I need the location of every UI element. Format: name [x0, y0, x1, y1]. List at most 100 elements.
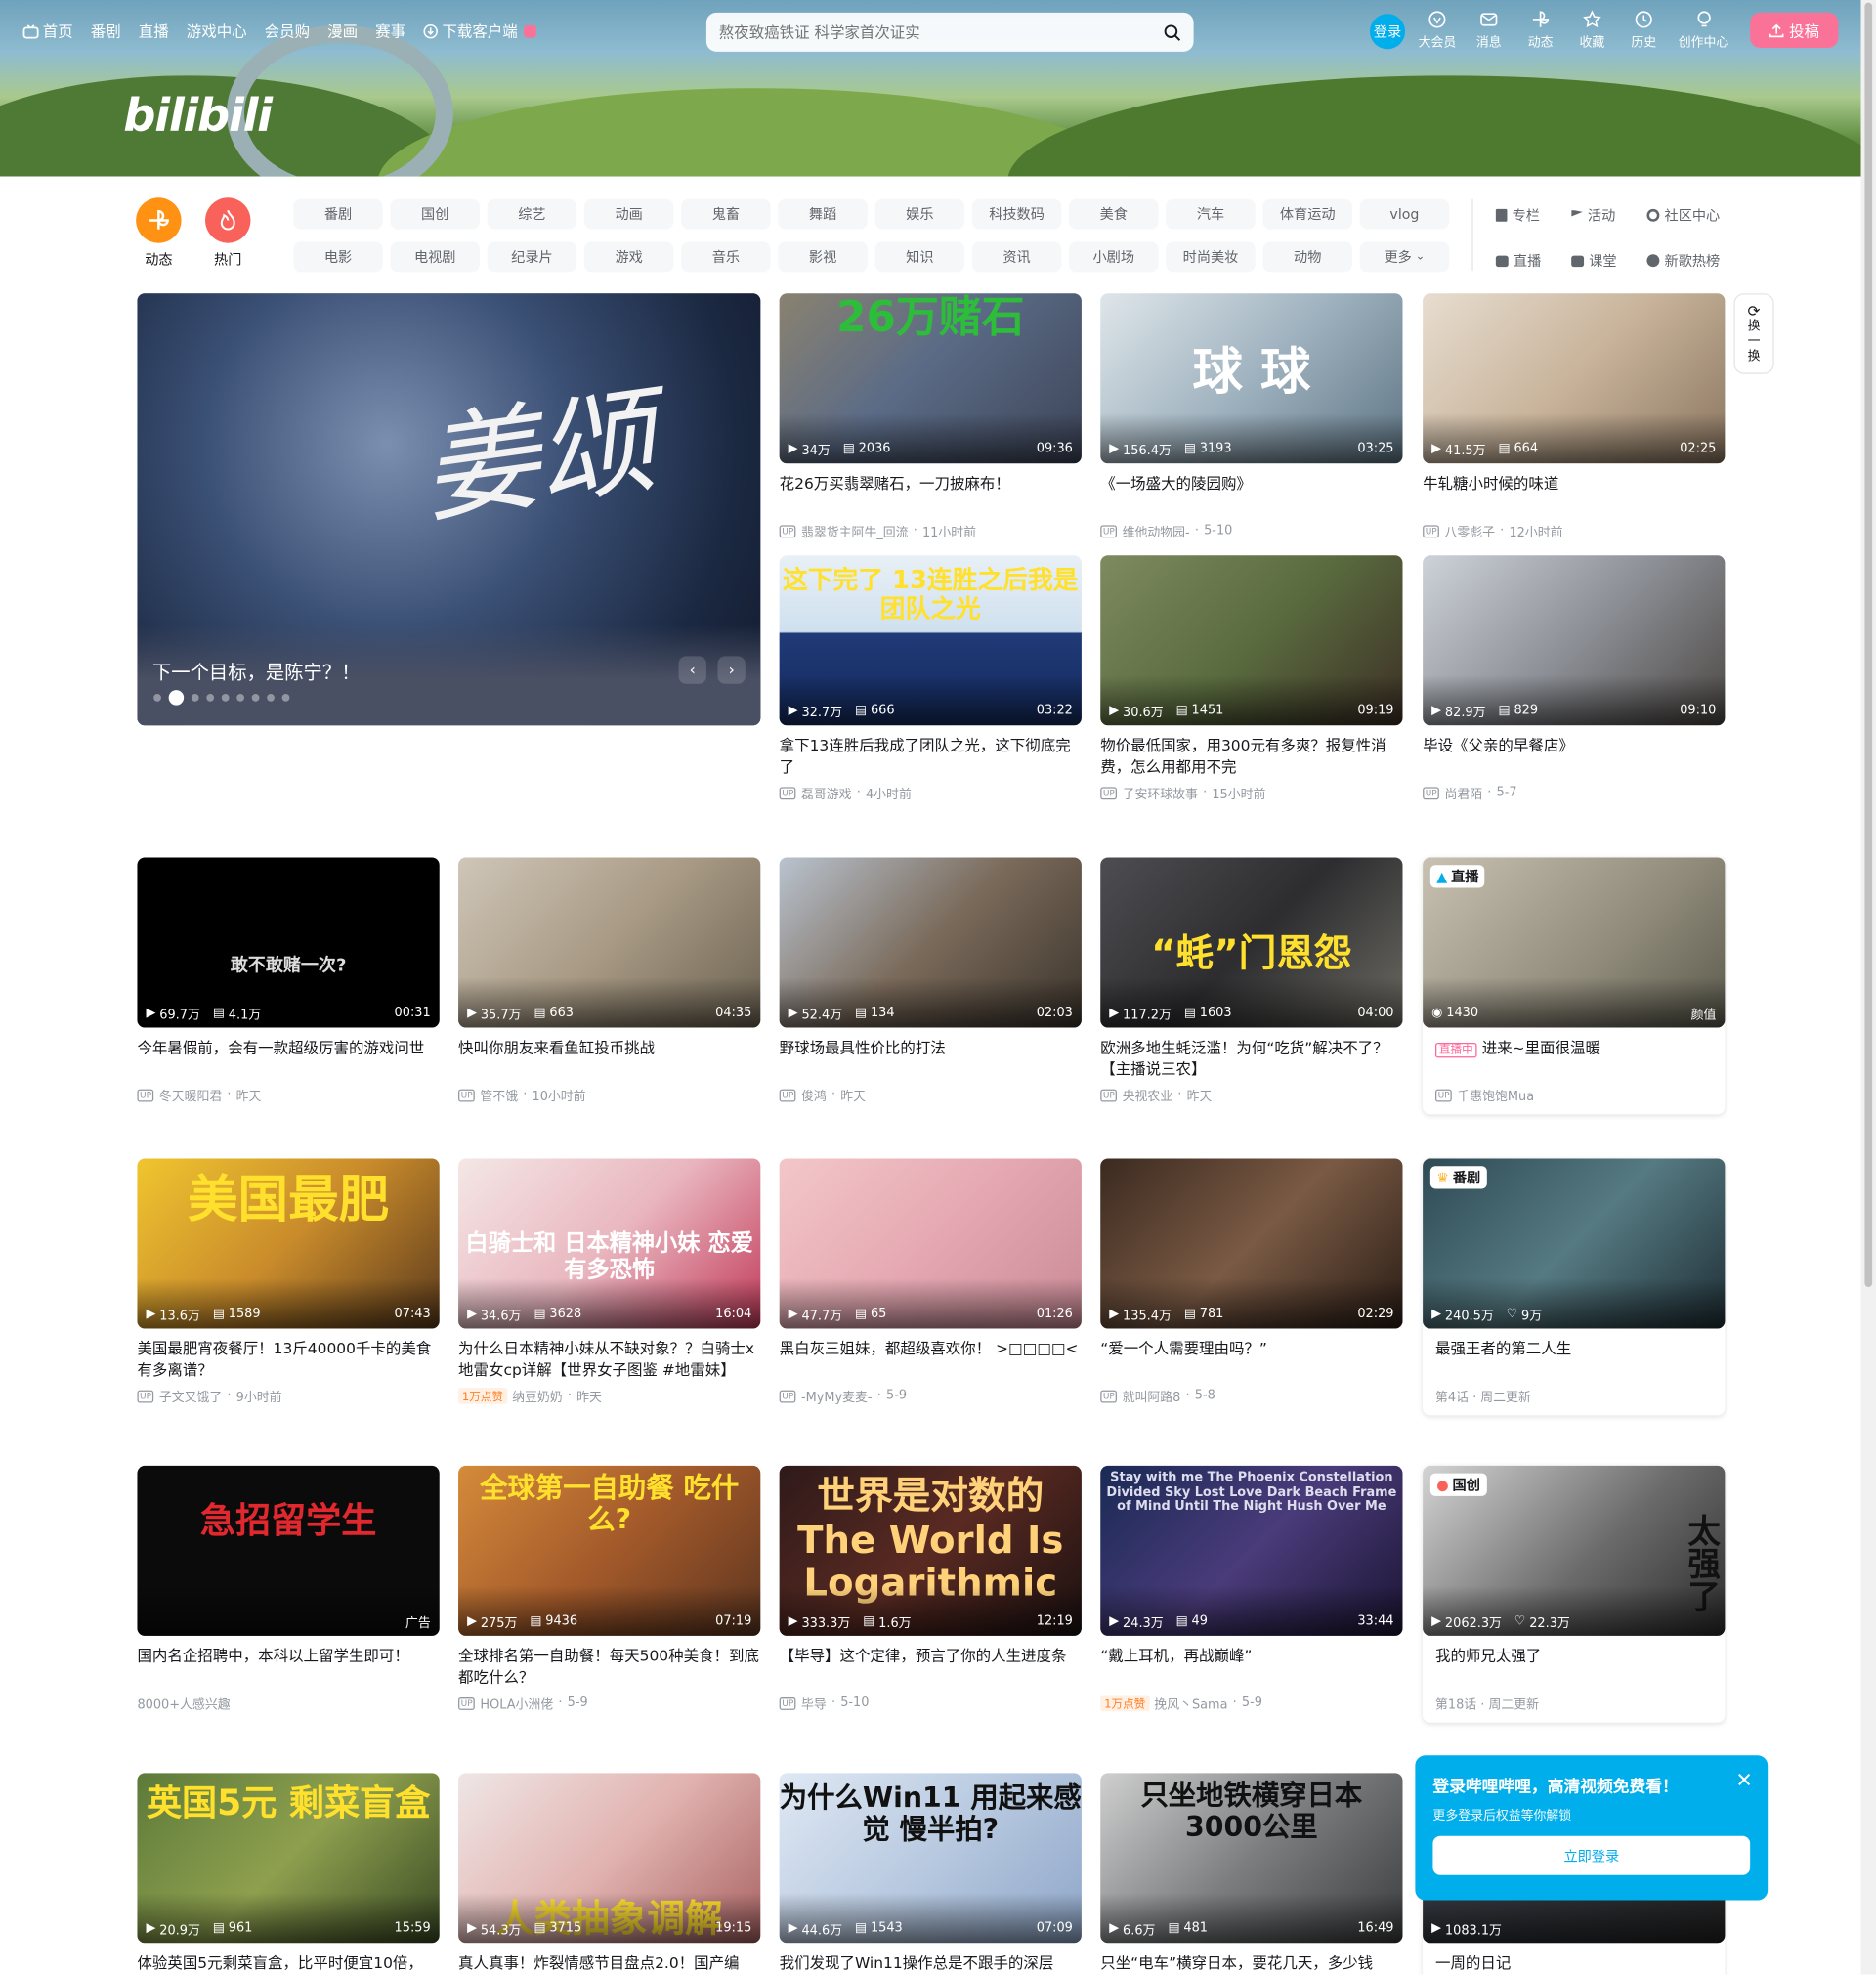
- message-entry[interactable]: 消息: [1470, 10, 1509, 51]
- video-title[interactable]: 直播中 进来~里面很温暖: [1423, 1038, 1725, 1081]
- channel-chip[interactable]: 番剧: [293, 198, 383, 230]
- video-title[interactable]: 体验英国5元剩菜盲盒，比平时便宜10倍，: [137, 1954, 439, 1975]
- carousel-dot[interactable]: [221, 694, 230, 702]
- favorites-entry[interactable]: 收藏: [1572, 10, 1611, 51]
- video-thumbnail[interactable]: ▶ 30.6万 ▤ 1451 09:19: [1100, 555, 1403, 726]
- upload-button[interactable]: 投稿: [1750, 12, 1839, 48]
- video-title[interactable]: 最强王者的第二人生: [1423, 1339, 1725, 1382]
- page-scrollbar[interactable]: [1860, 0, 1876, 1975]
- channel-chip[interactable]: 纪录片: [487, 241, 577, 273]
- video-title[interactable]: 黑白灰三姐妹，都超级喜欢你！ >□□□□<: [780, 1339, 1082, 1382]
- video-card[interactable]: ▶ 82.9万 ▤ 829 09:10 毕设《父亲的早餐店》 UP 尚君陌 · 5-7: [1423, 555, 1726, 802]
- creator-center-entry[interactable]: 创作中心: [1676, 10, 1731, 51]
- bangumi-card[interactable]: ♛ 番剧 ▶ 240.5万 ♡ 9万 最强王者的第二人生 第4话 · 周二更新: [1423, 1158, 1726, 1416]
- video-card[interactable]: 这下完了 13连胜之后我是 团队之光 ▶ 32.7万 ▤ 666 03:22 拿下13连胜后…: [779, 555, 1082, 802]
- popup-login-button[interactable]: 立即登录: [1432, 1835, 1751, 1875]
- video-card[interactable]: ▶ 30.6万 ▤ 1451 09:19 物价最低国家，用300元有多爽？报复性消费，怎么…: [1100, 555, 1403, 802]
- video-thumbnail[interactable]: 敢不敢赌一次? ▶ 69.7万 ▤ 4.1万 00:31: [137, 857, 440, 1028]
- carousel-dot[interactable]: [206, 694, 215, 702]
- hero-carousel[interactable]: 姜颂 下一个目标，是陈宁？！ ‹ ›: [137, 293, 761, 726]
- channel-chip[interactable]: 科技数码: [971, 198, 1062, 230]
- video-thumbnail[interactable]: 急招留学生 广告: [137, 1465, 440, 1636]
- video-title[interactable]: 全球排名第一自助餐！每天500种美食！到底都吃什么？: [458, 1646, 760, 1689]
- nav-manga[interactable]: 漫画: [327, 21, 358, 42]
- video-thumbnail[interactable]: ▶ 35.7万 ▤ 663 04:35: [458, 857, 761, 1028]
- uploader[interactable]: 纳豆奶奶: [512, 1387, 563, 1405]
- video-card[interactable]: “蚝”门恩怨 ▶ 117.2万 ▤ 1603 04:00 欧洲多地生蚝泛滥！为何“吃货”解决…: [1100, 857, 1403, 1104]
- video-thumbnail[interactable]: 美国最肥 ▶ 13.6万 ▤ 1589 07:43: [137, 1158, 440, 1329]
- uploader[interactable]: -MyMy麦麦-: [801, 1387, 873, 1405]
- column-link[interactable]: 专栏: [1495, 205, 1571, 226]
- channel-chip[interactable]: 国创: [390, 198, 480, 230]
- channel-chip[interactable]: 电视剧: [390, 241, 480, 273]
- uploader[interactable]: 八零彪子: [1444, 521, 1495, 540]
- uploader[interactable]: 毕导: [801, 1694, 827, 1712]
- video-title[interactable]: 为什么日本精神小妹从不缺对象？？白骑士x地雷女cp详解【世界女子图鉴 #地雷妹】: [458, 1339, 760, 1382]
- video-title[interactable]: 牛轧糖小时候的味道: [1423, 474, 1725, 517]
- video-card[interactable]: 英国5元 剩菜盲盒 ▶ 20.9万 ▤ 961 15:59 体验英国5元剩菜盲盒，比平时便宜…: [137, 1773, 440, 1975]
- video-card[interactable]: 敢不敢赌一次? ▶ 69.7万 ▤ 4.1万 00:31 今年暑假前，会有一款超级厉害的游戏…: [137, 857, 440, 1104]
- uploader[interactable]: 就叫阿路8: [1123, 1387, 1181, 1405]
- carousel-dot-active[interactable]: [168, 690, 185, 706]
- nav-match[interactable]: 赛事: [375, 21, 405, 42]
- video-thumbnail[interactable]: ▶ 52.4万 ▤ 134 02:03: [779, 857, 1082, 1028]
- more-channels-button[interactable]: 更多 ⌄: [1359, 241, 1450, 273]
- uploader[interactable]: 尚君陌: [1444, 784, 1482, 802]
- carousel-next-button[interactable]: ›: [717, 656, 746, 684]
- uploader[interactable]: 子文又饿了: [159, 1387, 222, 1405]
- video-title[interactable]: 《一场盛大的陵园购》: [1100, 474, 1402, 517]
- uploader[interactable]: 千惠饱饱Mua: [1457, 1086, 1534, 1104]
- community-link[interactable]: 社区中心: [1646, 205, 1734, 226]
- channel-chip[interactable]: vlog: [1359, 198, 1450, 230]
- course-link[interactable]: 课堂: [1571, 250, 1646, 271]
- video-title[interactable]: 拿下13连胜后我成了团队之光，这下彻底完了: [780, 736, 1082, 779]
- channel-chip[interactable]: 娱乐: [874, 198, 965, 230]
- video-card[interactable]: ▶ 135.4万 ▤ 781 02:29 “爱一个人需要理由吗？” UP 就叫阿路8 · 5-8: [1100, 1158, 1403, 1405]
- video-thumbnail[interactable]: 为什么Win11 用起来感觉 慢半拍? ▶ 44.6万 ▤ 1543 07:09: [779, 1773, 1082, 1944]
- channel-chip[interactable]: 体育运动: [1262, 198, 1352, 230]
- uploader[interactable]: 冬天暖阳君: [159, 1086, 222, 1104]
- video-thumbnail[interactable]: 球 球 ▶ 156.4万 ▤ 3193 03:25: [1100, 293, 1403, 464]
- channel-chip[interactable]: 动画: [583, 198, 674, 230]
- close-icon[interactable]: ✕: [1735, 1768, 1752, 1791]
- channel-chip[interactable]: 知识: [874, 241, 965, 273]
- video-title[interactable]: 国内名企招聘中，本科以上留学生即可！: [137, 1646, 439, 1689]
- video-thumbnail[interactable]: Stay with me The Phoenix Constellation D…: [1100, 1465, 1403, 1636]
- video-thumbnail[interactable]: 英国5元 剩菜盲盒 ▶ 20.9万 ▤ 961 15:59: [137, 1773, 440, 1944]
- video-card[interactable]: 人类抽象调解▶54.3万▤371519:15真人真事！炸裂情感节目盘点2.0！国…: [458, 1773, 761, 1974]
- live-link[interactable]: 直播: [1495, 250, 1571, 271]
- carousel-dot[interactable]: [191, 694, 199, 702]
- video-title[interactable]: 只坐“电车”横穿日本，要花几天，多少钱: [1100, 1954, 1402, 1975]
- video-title[interactable]: 欧洲多地生蚝泛滥！为何“吃货”解决不了？【主播说三农】: [1100, 1038, 1402, 1081]
- channel-chip[interactable]: 资讯: [971, 241, 1062, 273]
- video-title[interactable]: 物价最低国家，用300元有多爽？报复性消费，怎么用都用不完: [1100, 736, 1402, 779]
- dynamic-entry[interactable]: 动态: [1521, 10, 1560, 51]
- carousel-prev-button[interactable]: ‹: [678, 656, 706, 684]
- video-title[interactable]: 花26万买翡翠赌石，一刀披麻布！: [780, 474, 1082, 517]
- channel-chip[interactable]: 动物: [1262, 241, 1352, 273]
- video-card[interactable]: ▶ 35.7万 ▤ 663 04:35 快叫你朋友来看鱼缸投币挑战 UP 管不饿 · 10小时前: [458, 857, 761, 1104]
- video-thumbnail[interactable]: ▶ 135.4万 ▤ 781 02:29: [1100, 1158, 1403, 1329]
- video-thumbnail[interactable]: 只坐地铁横穿日本 3000公里 ▶ 6.6万 ▤ 481 16:49: [1100, 1773, 1403, 1944]
- channel-chip[interactable]: 汽车: [1166, 198, 1256, 230]
- channel-chip[interactable]: 音乐: [681, 241, 771, 273]
- uploader[interactable]: HOLA小洲佬: [480, 1694, 553, 1712]
- video-thumbnail[interactable]: 全球第一自助餐 吃什么? ▶ 275万 ▤ 9436 07:19: [458, 1465, 761, 1636]
- uploader[interactable]: 翡翠货主阿牛_回流: [801, 521, 909, 540]
- video-title[interactable]: 今年暑假前，会有一款超级厉害的游戏问世: [137, 1038, 439, 1081]
- carousel-title[interactable]: 下一个目标，是陈宁？！: [152, 659, 361, 685]
- video-title[interactable]: 我们发现了Win11操作总是不跟手的深层: [780, 1954, 1082, 1975]
- channel-chip[interactable]: 小剧场: [1069, 241, 1159, 273]
- login-avatar-button[interactable]: 登录: [1369, 14, 1406, 50]
- refresh-button[interactable]: ⟳ 换 一 换: [1733, 293, 1774, 374]
- carousel-dot[interactable]: [251, 694, 260, 702]
- video-title[interactable]: 一周的日记: [1423, 1954, 1725, 1975]
- video-card[interactable]: 白骑士和 日本精神小妹 恋爱有多恐怖 ▶ 34.6万 ▤ 3628 16:04 为什么日本精…: [458, 1158, 761, 1405]
- vip-entry[interactable]: 大会员: [1418, 10, 1457, 51]
- carousel-dot[interactable]: [236, 694, 244, 702]
- video-title[interactable]: 【毕导】这个定律，预言了你的人生进度条: [780, 1646, 1082, 1689]
- video-card[interactable]: 急招留学生 广告 国内名企招聘中，本科以上留学生即可！ 8000+人感兴趣: [137, 1465, 440, 1712]
- channel-chip[interactable]: 影视: [778, 241, 868, 273]
- video-title[interactable]: “戴上耳机，再战巅峰”: [1100, 1646, 1402, 1689]
- guochuang-thumbnail[interactable]: ● 国创 太强了 ▶ 2062.3万 ♡ 22.3万: [1423, 1465, 1726, 1636]
